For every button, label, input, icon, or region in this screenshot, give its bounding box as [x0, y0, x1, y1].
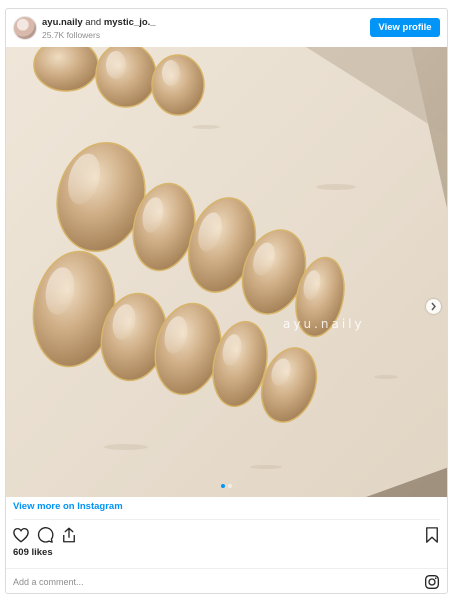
- heart-icon[interactable]: [12, 526, 30, 544]
- comment-bar: [6, 568, 447, 593]
- bookmark-icon[interactable]: [423, 526, 441, 544]
- share-icon[interactable]: [60, 526, 78, 544]
- carousel-indicator: [6, 484, 447, 488]
- view-profile-button[interactable]: View profile: [370, 18, 440, 37]
- post-photo[interactable]: ayu.naily: [6, 47, 447, 497]
- username-link[interactable]: ayu.naily: [42, 17, 83, 28]
- like-count[interactable]: 609 likes: [13, 547, 53, 558]
- carousel-dot: [221, 484, 225, 488]
- instagram-icon[interactable]: [424, 574, 440, 590]
- avatar[interactable]: [13, 16, 37, 40]
- instagram-embed-card: ayu.naily and mystic_jo._ 25.7K follower…: [5, 8, 448, 594]
- nail-photo-illustration: [6, 47, 447, 497]
- collaborator-link[interactable]: mystic_jo._: [104, 17, 156, 28]
- author-line: ayu.naily and mystic_jo._: [42, 17, 156, 28]
- watermark-text: ayu.naily: [283, 317, 365, 331]
- nail-3: [151, 54, 205, 116]
- nail-1: [33, 47, 99, 92]
- divider: [13, 519, 440, 520]
- and-text: and: [82, 17, 104, 28]
- nail-2: [95, 47, 157, 108]
- view-more-link[interactable]: View more on Instagram: [13, 501, 123, 512]
- post-header: ayu.naily and mystic_jo._ 25.7K follower…: [6, 9, 447, 49]
- follower-count: 25.7K followers: [42, 30, 101, 40]
- comment-icon[interactable]: [36, 526, 54, 544]
- action-bar: [6, 522, 447, 546]
- carousel-dot: [228, 484, 232, 488]
- comment-input[interactable]: [13, 574, 413, 590]
- carousel-next-button[interactable]: [426, 299, 441, 314]
- chevron-right-icon: [431, 302, 436, 311]
